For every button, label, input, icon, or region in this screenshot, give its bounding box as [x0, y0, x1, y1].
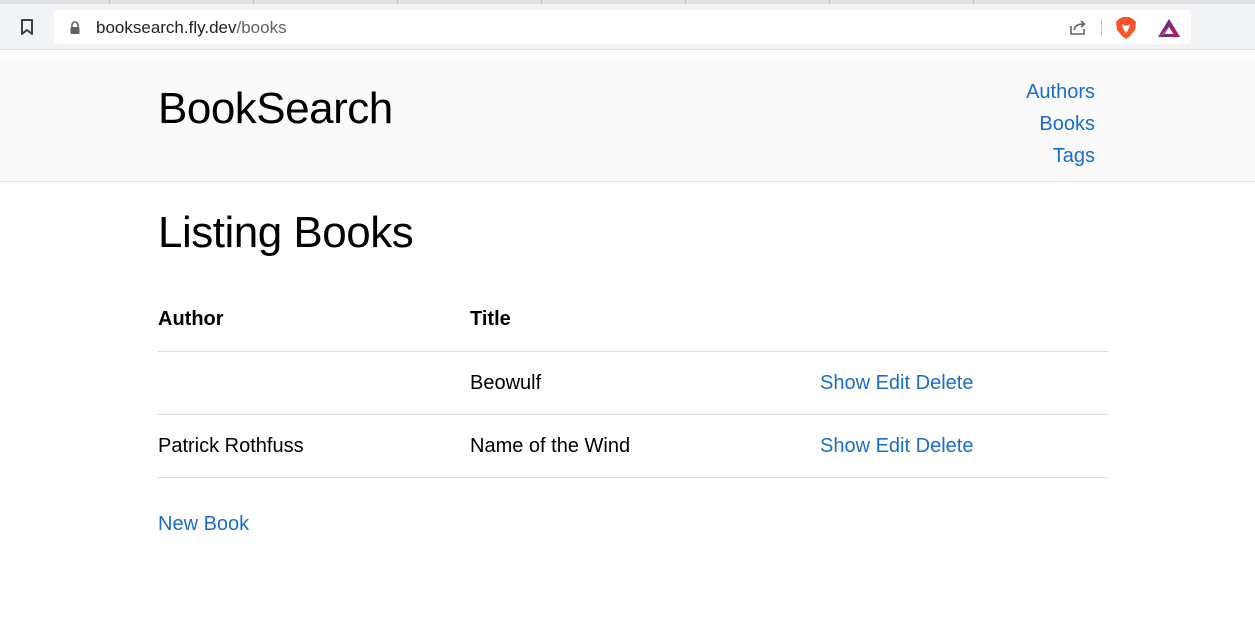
nav-link-authors[interactable]: Authors	[1026, 76, 1095, 108]
cell-title: Name of the Wind	[470, 414, 820, 478]
delete-link[interactable]: Delete	[916, 372, 974, 394]
share-icon[interactable]	[1068, 17, 1088, 37]
column-header-actions	[820, 288, 1108, 352]
page-title: Listing Books	[158, 208, 414, 257]
table-header-row: Author Title	[158, 288, 1108, 352]
table-row: Beowulf Show Edit Delete	[158, 351, 1108, 415]
brave-shields-icon[interactable]	[1115, 16, 1137, 40]
brave-rewards-icon[interactable]	[1157, 18, 1181, 38]
site-title: BookSearch	[158, 84, 393, 133]
lock-icon[interactable]	[69, 21, 81, 34]
delete-link[interactable]: Delete	[916, 435, 974, 457]
nav-link-tags[interactable]: Tags	[1026, 140, 1095, 172]
bookmark-icon[interactable]	[14, 14, 40, 40]
url-path: /books	[236, 18, 287, 37]
site-header: BookSearch Authors Books Tags	[0, 60, 1255, 182]
edit-link[interactable]: Edit	[876, 435, 910, 457]
show-link[interactable]: Show	[820, 372, 870, 394]
main-nav: Authors Books Tags	[1026, 76, 1095, 172]
divider	[1101, 19, 1102, 36]
show-link[interactable]: Show	[820, 435, 870, 457]
cell-author	[158, 351, 470, 415]
cell-actions: Show Edit Delete	[820, 351, 1108, 415]
table-row: Patrick Rothfuss Name of the Wind Show E…	[158, 414, 1108, 478]
new-book-link[interactable]: New Book	[158, 513, 249, 536]
edit-link[interactable]: Edit	[876, 372, 910, 394]
column-header-author: Author	[158, 288, 470, 352]
url-host: booksearch.fly.dev	[96, 18, 237, 37]
cell-actions: Show Edit Delete	[820, 414, 1108, 478]
address-bar[interactable]: booksearch.fly.dev/books	[54, 10, 1191, 44]
url-text[interactable]: booksearch.fly.dev/books	[96, 18, 287, 38]
browser-toolbar: booksearch.fly.dev/books	[0, 4, 1255, 50]
column-header-title: Title	[470, 288, 820, 352]
books-table: Author Title Beowulf Show Edit Delete Pa…	[158, 288, 1108, 478]
nav-link-books[interactable]: Books	[1026, 108, 1095, 140]
cell-title: Beowulf	[470, 351, 820, 415]
cell-author: Patrick Rothfuss	[158, 414, 470, 478]
